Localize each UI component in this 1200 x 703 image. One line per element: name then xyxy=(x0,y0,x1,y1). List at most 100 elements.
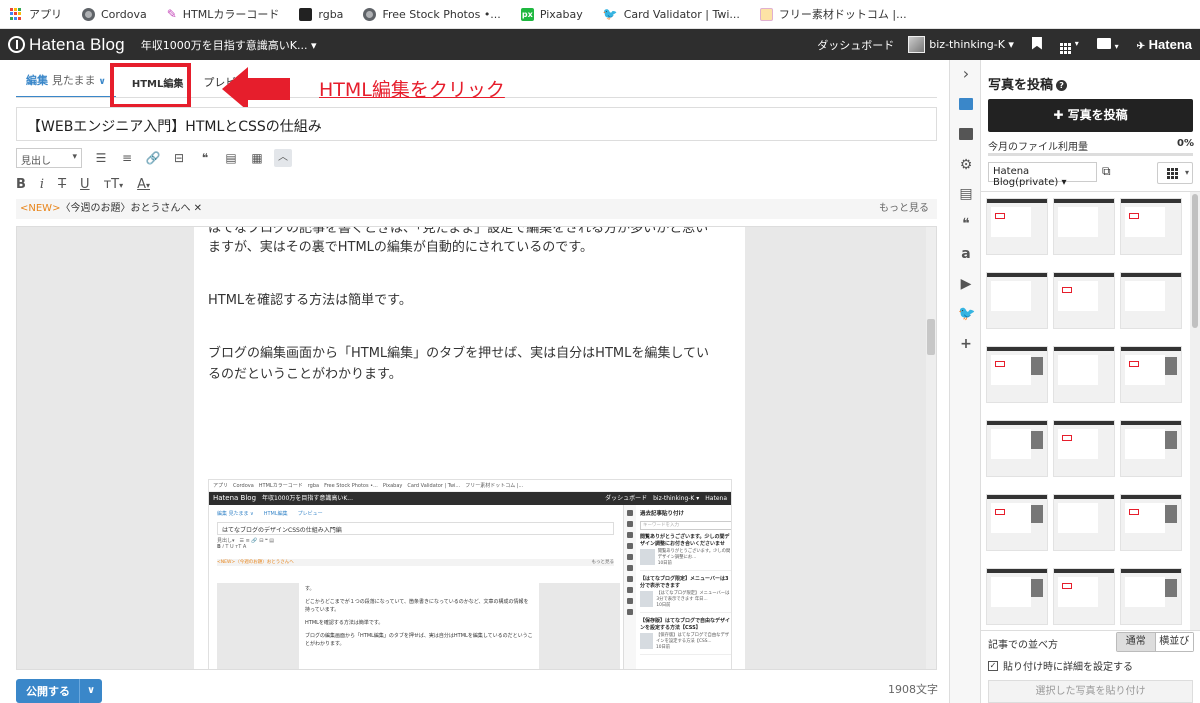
bookmark-pixabay[interactable]: px Pixabay xyxy=(520,7,583,21)
heading-select[interactable]: 見出し xyxy=(16,148,82,168)
underline-icon[interactable]: U xyxy=(80,177,90,192)
bold-icon[interactable]: B xyxy=(16,177,26,192)
editor-canvas[interactable]: はてなブログの記事を書くときは、「見たまま」設定で編集をされる方が多いかと思い … xyxy=(16,226,937,670)
photo-icon[interactable] xyxy=(958,98,974,114)
editor-body[interactable]: はてなブログの記事を書くときは、「見たまま」設定で編集をされる方が多いかと思い … xyxy=(194,227,745,669)
detail-checkbox[interactable]: ✓ xyxy=(988,660,998,671)
help-icon[interactable]: ? xyxy=(1056,80,1068,91)
amazon-icon[interactable]: a xyxy=(958,246,974,262)
photo-thumbnail[interactable] xyxy=(986,420,1048,477)
pixabay-icon: px xyxy=(520,7,534,21)
editor-scrollbar-thumb[interactable] xyxy=(927,319,935,355)
hatena-blog-logo[interactable]: Hatena Blog xyxy=(8,35,125,55)
body-line: るのだということがわかります。 xyxy=(208,367,402,382)
topic-text: 〈今週のお題〉おとうさんへ ✕ xyxy=(60,203,203,214)
hatena-brand[interactable]: ✈ Hatena xyxy=(1137,37,1192,52)
photo-gallery[interactable] xyxy=(981,191,1200,631)
photo-thumbnail[interactable] xyxy=(986,494,1048,551)
bookmark-label: アプリ xyxy=(29,8,62,21)
text-size-icon[interactable]: тT▾ xyxy=(104,177,124,192)
photo-thumbnail[interactable] xyxy=(1120,568,1182,625)
bookmark-card-validator[interactable]: 🐦 Card Validator | Twi... xyxy=(603,7,740,21)
more-format-icon[interactable]: ▦ xyxy=(248,149,266,167)
embedded-screenshot[interactable]: アプリ Cordova HTMLカラーコード rgba Free Stock P… xyxy=(208,479,732,669)
horizontal-rule-icon[interactable]: ⊟ xyxy=(170,149,188,167)
publish-button[interactable]: 公開する ∨ xyxy=(16,679,102,703)
album-select[interactable]: Hatena Blog(private) ▾ xyxy=(988,162,1097,188)
photo-thumbnail[interactable] xyxy=(1120,272,1182,329)
bookmark-htmlcc[interactable]: ✎ HTMLカラーコード xyxy=(167,6,280,22)
sort-option-normal[interactable]: 通常 xyxy=(1117,633,1155,651)
quote-icon[interactable]: ❝ xyxy=(958,216,974,232)
gear-icon[interactable]: ⚙ xyxy=(958,157,974,173)
twitter-icon[interactable]: 🐦 xyxy=(958,306,975,322)
usage-value: 0% xyxy=(1177,138,1194,149)
table-icon[interactable]: ▤ xyxy=(222,149,240,167)
user-menu[interactable]: biz-thinking-K ▾ xyxy=(908,36,1014,53)
dashboard-link[interactable]: ダッシュボード xyxy=(817,37,894,53)
bookmark-furi[interactable]: フリー素材ドットコム |... xyxy=(759,6,907,22)
editor-scrollbar[interactable] xyxy=(926,227,936,669)
view-mode-button[interactable]: ▾ xyxy=(1157,162,1193,184)
character-count: 1908文字 xyxy=(888,683,938,696)
youtube-icon[interactable]: ▶ xyxy=(958,276,974,292)
text-color-icon[interactable]: A▾ xyxy=(137,177,150,192)
numbered-list-icon[interactable]: ≡ xyxy=(118,149,136,167)
bookmark-cordova[interactable]: Cordova xyxy=(82,7,147,21)
bookmark-label: rgba xyxy=(318,7,344,21)
photo-thumbnail[interactable] xyxy=(986,568,1048,625)
photo-thumbnail[interactable] xyxy=(1053,346,1115,403)
photo-thumbnail[interactable] xyxy=(1053,568,1115,625)
gallery-scrollbar[interactable] xyxy=(1190,192,1200,630)
chevron-down-icon: ∨ xyxy=(98,77,106,87)
bookmark-free-stock[interactable]: Free Stock Photos •... xyxy=(363,7,501,21)
link-icon[interactable]: 🔗 xyxy=(144,149,162,167)
sort-option-side-by-side[interactable]: 横並び xyxy=(1154,633,1193,651)
weekly-topic-bar[interactable]: <NEW>〈今週のお題〉おとうさんへ ✕ もっと見る xyxy=(16,199,937,219)
quote-icon[interactable]: ❝ xyxy=(196,149,214,167)
blog-selector[interactable]: 年収1000万を目指す意識高いK... ▾ xyxy=(141,37,317,53)
photo-thumbnail[interactable] xyxy=(986,346,1048,403)
chevron-right-icon[interactable]: › xyxy=(958,66,974,82)
photo-thumbnail[interactable] xyxy=(1053,494,1115,551)
topic-more-link[interactable]: もっと見る xyxy=(879,199,929,219)
detail-setting-row[interactable]: ✓ 貼り付け時に詳細を設定する xyxy=(988,658,1133,673)
photo-thumbnail[interactable] xyxy=(1053,198,1115,255)
photo-thumbnail[interactable] xyxy=(1120,420,1182,477)
strikethrough-icon[interactable]: T xyxy=(58,177,66,192)
italic-icon[interactable]: i xyxy=(40,177,44,192)
photo-thumbnail[interactable] xyxy=(986,198,1048,255)
photo-thumbnail[interactable] xyxy=(1053,420,1115,477)
user-name: biz-thinking-K ▾ xyxy=(929,38,1014,51)
document-icon[interactable]: ▤ xyxy=(958,186,974,202)
publish-dropdown-chevron-icon[interactable]: ∨ xyxy=(79,679,102,703)
photo-thumbnail[interactable] xyxy=(986,272,1048,329)
paste-selected-photo-button[interactable]: 選択した写真を貼り付け xyxy=(988,680,1193,703)
body-line: ブログの編集画面から「HTML編集」のタブを押せば、実は自分はHTMLを編集して… xyxy=(208,346,709,361)
apps-grid-icon[interactable]: ▾ xyxy=(1059,35,1079,54)
external-link-icon[interactable]: ⧉ xyxy=(1102,164,1111,179)
bookmark-apps[interactable]: アプリ xyxy=(10,6,62,22)
photo-thumbnail[interactable] xyxy=(1120,494,1182,551)
gallery-scrollbar-thumb[interactable] xyxy=(1192,194,1198,328)
bookmark-label: HTMLカラーコード xyxy=(182,8,280,21)
body-line: ますが、実はその裏でHTMLの編集が自動的にされているのです。 xyxy=(208,240,593,255)
upload-photo-button[interactable]: ✚ 写真を投稿 xyxy=(988,99,1193,132)
embed-editor: 編集 見たまま ∨ HTML編集 プレビュー はてなブログのデザインCSSの仕組… xyxy=(209,505,622,669)
tab-wysiwyg[interactable]: 編集 見たまま ∨ xyxy=(16,72,116,98)
bookmark-icon[interactable] xyxy=(1031,36,1042,53)
avatar xyxy=(908,36,926,53)
folder-icon[interactable] xyxy=(958,128,974,144)
bookmark-rgba[interactable]: rgba xyxy=(299,7,344,21)
photo-thumbnail[interactable] xyxy=(1120,198,1182,255)
hatena-header: Hatena Blog 年収1000万を目指す意識高いK... ▾ ダッシュボー… xyxy=(0,29,1200,60)
photo-thumbnail[interactable] xyxy=(1053,272,1115,329)
notification-icon[interactable]: ▾ xyxy=(1096,37,1119,52)
logo-text: Hatena Blog xyxy=(29,34,125,54)
title-input[interactable]: 【WEBエンジニア入門】HTMLとCSSの仕組み xyxy=(16,107,937,141)
photo-thumbnail[interactable] xyxy=(1120,346,1182,403)
embed-header: Hatena Blog 年収1000万を目指す意識高いK... ダッシュボード … xyxy=(209,492,731,505)
bullet-list-icon[interactable]: ☰ xyxy=(92,149,110,167)
collapse-toolbar-icon[interactable]: ︿ xyxy=(274,149,292,167)
plus-icon[interactable]: + xyxy=(958,336,974,352)
